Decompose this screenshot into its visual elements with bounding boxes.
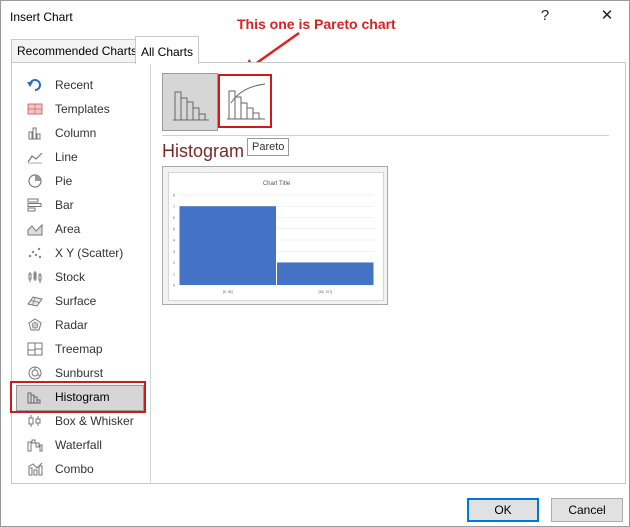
- line-chart-icon: [27, 152, 43, 164]
- cancel-button[interactable]: Cancel: [551, 498, 623, 522]
- sidebar-item-label: Bar: [55, 198, 74, 212]
- sidebar-item-label: Treemap: [55, 342, 103, 356]
- sidebar-item-label: Box & Whisker: [55, 414, 134, 428]
- histogram-bar: [277, 262, 374, 285]
- sidebar-item-label: X Y (Scatter): [55, 246, 124, 260]
- histogram-subtype-icon: [173, 91, 209, 121]
- box-whisker-chart-icon: [28, 415, 41, 427]
- sidebar-item-line[interactable]: Line: [14, 145, 144, 169]
- sidebar-item-column[interactable]: Column: [14, 121, 144, 145]
- y-tick-label: 6: [173, 216, 175, 220]
- sidebar-item-label: Line: [55, 150, 78, 164]
- surface-chart-icon: [27, 296, 43, 307]
- sidebar-item-bar[interactable]: Bar: [14, 193, 144, 217]
- pie-chart-icon: [28, 174, 42, 188]
- radar-chart-icon: [28, 318, 42, 331]
- all-charts-panel: Recent Templates Column Line Pie Bar Are…: [10, 62, 626, 484]
- y-tick-label: 3: [173, 250, 175, 254]
- y-tick-label: 7: [173, 205, 175, 209]
- treemap-chart-icon: [27, 342, 43, 356]
- tab-recommended-charts[interactable]: Recommended Charts: [11, 39, 144, 63]
- sidebar-item-label: Waterfall: [55, 438, 102, 452]
- scatter-chart-icon: [28, 247, 42, 259]
- sidebar-item-label: Column: [55, 126, 97, 140]
- pareto-tooltip: Pareto: [247, 138, 290, 156]
- sidebar-item-label: Sunburst: [55, 366, 104, 380]
- undo-arrow-icon: [27, 79, 41, 91]
- histogram-preview-chart: Chart Title 0 1 2 3 4 5 6 7 8 [5, 56] (56, 107]: [173, 181, 374, 294]
- area-chart-icon: [27, 223, 43, 236]
- sidebar-item-label: Pie: [55, 174, 73, 188]
- chart-preview-area: Chart Title 0 1 2 3 4 5 6 7 8 [5, 56] (56, 107]: [168, 172, 384, 301]
- close-button[interactable]: ✕: [593, 5, 621, 27]
- x-tick-label: (56, 107]: [318, 290, 332, 294]
- pareto-highlight-box: [218, 74, 272, 128]
- sidebar-item-label: Combo: [55, 462, 94, 476]
- histogram-subtype-button[interactable]: [162, 73, 218, 131]
- templates-icon: [27, 103, 43, 115]
- sidebar-item-pie[interactable]: Pie: [14, 169, 144, 193]
- bar-chart-icon: [27, 198, 42, 212]
- insert-chart-dialog: Insert Chart ? ✕ This one is Pareto char…: [0, 0, 630, 527]
- dialog-title: Insert Chart: [10, 10, 73, 24]
- stock-chart-icon: [28, 271, 42, 283]
- sidebar-item-radar[interactable]: Radar: [14, 313, 144, 337]
- sidebar-item-treemap[interactable]: Treemap: [14, 337, 144, 361]
- histogram-highlight-box: [10, 381, 146, 413]
- tab-all-charts[interactable]: All Charts: [135, 36, 200, 64]
- combo-chart-icon: [27, 462, 43, 476]
- histogram-bar: [179, 206, 276, 285]
- chart-title: Chart Title: [263, 181, 291, 187]
- sidebar-item-xy-scatter[interactable]: X Y (Scatter): [14, 241, 144, 265]
- sidebar-item-templates[interactable]: Templates: [14, 97, 144, 121]
- chart-type-sidebar: Recent Templates Column Line Pie Bar Are…: [10, 63, 151, 483]
- separator: [162, 135, 609, 136]
- sidebar-item-combo[interactable]: Combo: [14, 457, 144, 481]
- chart-preview[interactable]: Chart Title 0 1 2 3 4 5 6 7 8 [5, 56] (56, 107]: [162, 166, 388, 305]
- sidebar-item-label: Stock: [55, 270, 86, 284]
- sidebar-item-area[interactable]: Area: [14, 217, 144, 241]
- x-tick-label: [5, 56]: [223, 290, 233, 294]
- sidebar-item-stock[interactable]: Stock: [14, 265, 144, 289]
- y-tick-label: 4: [173, 239, 175, 243]
- column-chart-icon: [28, 127, 41, 140]
- waterfall-chart-icon: [27, 439, 43, 452]
- sidebar-item-label: Radar: [55, 318, 88, 332]
- y-tick-label: 8: [173, 194, 175, 198]
- y-tick-label: 5: [173, 227, 175, 231]
- section-title: Histogram: [162, 141, 245, 161]
- y-tick-label: 2: [173, 261, 175, 265]
- help-button[interactable]: ?: [531, 5, 559, 27]
- sunburst-chart-icon: [28, 366, 42, 380]
- y-tick-label: 0: [173, 284, 175, 288]
- y-tick-label: 1: [173, 272, 175, 276]
- sidebar-item-waterfall[interactable]: Waterfall: [14, 433, 144, 457]
- sidebar-item-label: Area: [55, 222, 81, 236]
- sidebar-item-label: Templates: [55, 102, 110, 116]
- sidebar-item-recent[interactable]: Recent: [14, 73, 144, 97]
- ok-button[interactable]: OK: [467, 498, 539, 522]
- sidebar-item-surface[interactable]: Surface: [14, 289, 144, 313]
- sidebar-item-label: Surface: [55, 294, 97, 308]
- sidebar-item-label: Recent: [55, 78, 94, 92]
